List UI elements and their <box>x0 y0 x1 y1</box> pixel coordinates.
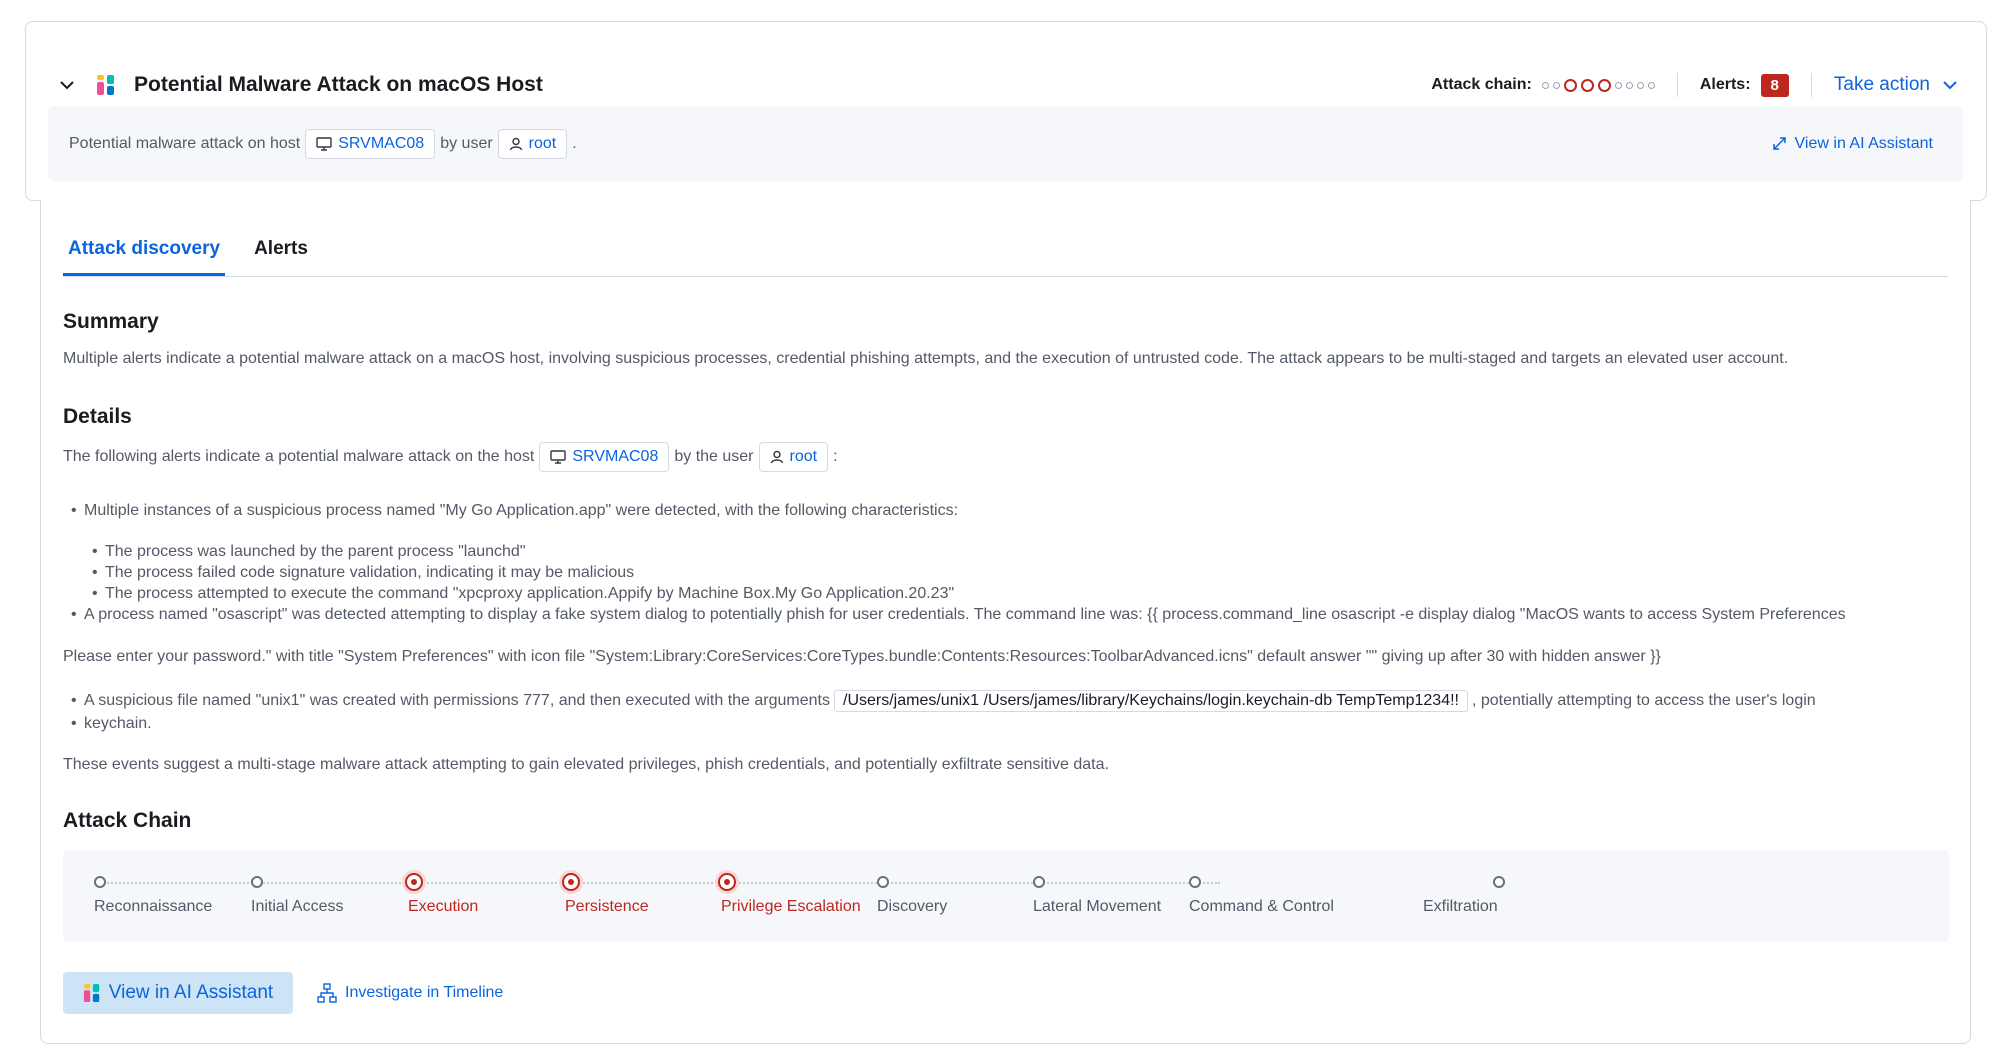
view-in-ai-assistant-link[interactable]: View in AI Assistant <box>1772 135 1933 153</box>
chain-stage-label: Initial Access <box>251 898 344 915</box>
attack-chain-label: Attack chain: <box>1431 76 1532 93</box>
host-pill[interactable]: SRVMAC08 <box>539 442 670 472</box>
alerts-count-badge: 8 <box>1760 73 1789 97</box>
host-pill[interactable]: SRVMAC08 <box>305 128 436 159</box>
bullet3-suffix: , potentially attempting to access the u… <box>1471 692 1816 709</box>
chain-dot <box>1614 81 1622 89</box>
summary-bar: Potential malware attack on host SRVMAC0… <box>48 106 1963 181</box>
chain-stage-label: Discovery <box>877 898 948 915</box>
details-intro-prefix: The following alerts indicate a potentia… <box>63 448 535 465</box>
summary-prefix: Potential malware attack on host <box>69 134 301 152</box>
chain-dot-active <box>1597 78 1611 92</box>
tab-attack-discovery[interactable]: Attack discovery <box>63 226 226 276</box>
chain-node <box>1189 876 1201 888</box>
bullet3-prefix: A suspicious file named "unix1" was crea… <box>84 692 830 709</box>
list-item: The process attempted to execute the com… <box>92 585 954 603</box>
chain-stage-label: Command & Control <box>1189 898 1334 915</box>
summary-heading: Summary <box>63 310 159 333</box>
user-pill[interactable]: root <box>497 128 568 159</box>
attack-discovery-body-panel: Attack discovery Alerts Summary Multiple… <box>40 200 1971 1044</box>
summary-text: Multiple alerts indicate a potential mal… <box>63 350 1789 367</box>
chevron-down-icon[interactable] <box>54 72 80 98</box>
tab-alerts[interactable]: Alerts <box>249 226 313 276</box>
chain-dot <box>1647 81 1655 89</box>
chain-dot <box>1552 81 1560 89</box>
chain-stage-label: Exfiltration <box>1423 898 1498 915</box>
list-item: Multiple instances of a suspicious proce… <box>71 502 958 520</box>
user-icon <box>770 450 783 464</box>
summary-suffix: . <box>572 134 577 152</box>
computer-icon <box>316 136 332 151</box>
page-title: Potential Malware Attack on macOS Host <box>134 73 543 96</box>
computer-icon <box>550 450 567 464</box>
chain-dot-active <box>1580 78 1594 92</box>
user-name: root <box>789 448 818 465</box>
details-intro-mid: by the user <box>674 448 754 465</box>
list-item: The process was launched by the parent p… <box>92 543 525 561</box>
alerts-label: Alerts: <box>1699 76 1751 93</box>
chain-stage-label: Reconnaissance <box>94 898 213 915</box>
list-item: A process named "osascript" was detected… <box>71 606 1846 624</box>
user-icon <box>509 137 522 150</box>
user-pill[interactable]: root <box>758 442 829 472</box>
ai-assistant-logo-icon <box>92 71 120 99</box>
divider <box>1810 73 1812 97</box>
ai-assistant-logo-icon <box>83 984 99 1002</box>
details-conclusion: These events suggest a multi-stage malwa… <box>63 756 1109 773</box>
attack-chain-heading: Attack Chain <box>63 809 192 832</box>
list-item: A suspicious file named "unix1" was crea… <box>71 690 1816 712</box>
by-user-text: by user <box>440 134 493 152</box>
chain-node-active <box>718 873 736 891</box>
timeline-icon <box>317 983 337 1003</box>
view-in-ai-assistant-button[interactable]: View in AI Assistant <box>63 972 293 1014</box>
chain-stage-label: Execution <box>408 898 479 915</box>
chain-node <box>1033 876 1045 888</box>
view-ai-label: View in AI Assistant <box>1794 134 1933 152</box>
tab-bar: Attack discovery Alerts <box>63 226 1948 277</box>
investigate-in-timeline-button[interactable]: Investigate in Timeline <box>317 972 503 1014</box>
chain-node <box>877 876 889 888</box>
header-meta: Attack chain: Alerts: 8 Take action <box>1431 73 1958 97</box>
attack-chain-mini <box>1541 78 1655 92</box>
details-heading: Details <box>63 405 132 428</box>
chain-node <box>94 876 106 888</box>
details-intro: The following alerts indicate a potentia… <box>63 442 838 472</box>
chain-node <box>251 876 263 888</box>
expand-icon <box>1772 137 1786 150</box>
host-name: SRVMAC08 <box>572 448 659 465</box>
bullet3-cont-text: keychain. <box>84 715 152 732</box>
attack-chain-track <box>100 882 1220 884</box>
view-ai-button-label: View in AI Assistant <box>108 982 274 1003</box>
list-item: The process failed code signature valida… <box>92 564 634 582</box>
take-action-button[interactable]: Take action <box>1834 74 1958 96</box>
bullet3-continuation: keychain. <box>71 715 152 733</box>
details-intro-suffix: : <box>833 448 838 465</box>
chain-dot-active <box>1563 78 1577 92</box>
attack-discovery-header-panel: Potential Malware Attack on macOS Host A… <box>25 21 1987 201</box>
chain-node-active <box>562 873 580 891</box>
chain-node-active <box>405 873 423 891</box>
chain-dot <box>1625 81 1633 89</box>
timeline-button-label: Investigate in Timeline <box>345 984 504 1001</box>
chain-stage-label: Persistence <box>565 898 649 915</box>
attack-chain-tracker: Reconnaissance Initial Access Execution … <box>63 850 1950 942</box>
user-name: root <box>528 134 557 152</box>
chain-node <box>1493 876 1505 888</box>
command-code: /Users/james/unix1 /Users/james/library/… <box>834 690 1468 712</box>
divider <box>1676 73 1678 97</box>
details-paragraph: Please enter your password." with title … <box>63 648 1661 665</box>
chain-stage-label: Privilege Escalation <box>721 898 861 915</box>
take-action-label: Take action <box>1833 74 1930 95</box>
host-name: SRVMAC08 <box>338 134 425 152</box>
chain-dot <box>1541 81 1549 89</box>
chain-stage-label: Lateral Movement <box>1033 898 1162 915</box>
chevron-down-icon <box>1943 81 1957 90</box>
chain-dot <box>1636 81 1644 89</box>
